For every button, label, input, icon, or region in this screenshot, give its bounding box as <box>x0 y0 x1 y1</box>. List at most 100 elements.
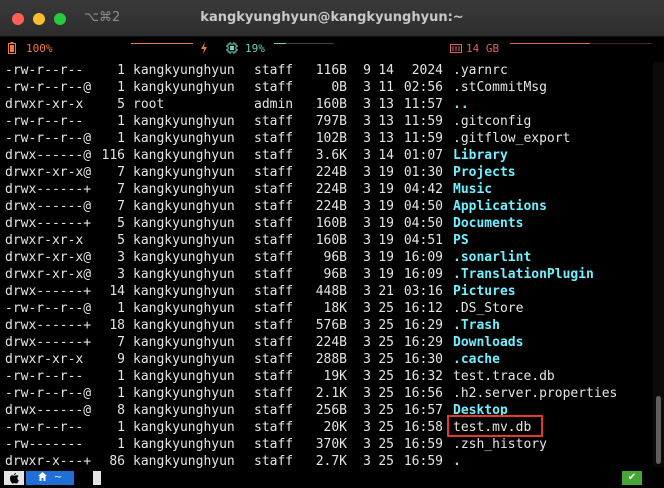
listing-row: drwx------+ 7 kangkyunghyun staff 224B 3 19 04:… <box>0 181 652 198</box>
group: staff <box>254 369 294 384</box>
link-count: 1 <box>117 80 125 95</box>
month: 3 <box>363 148 371 163</box>
listing-row: drwxr-xr-x@ 7 kangkyunghyun staff 224B 3 19 01:… <box>0 164 652 181</box>
file-size: 96B <box>323 250 347 265</box>
owner: kangkyunghyun <box>133 233 235 248</box>
permissions: -rw-r--r--@ <box>5 80 92 95</box>
battery-icon <box>8 42 16 57</box>
month: 3 <box>363 386 371 401</box>
day: 25 <box>378 437 394 452</box>
file-size: 797B <box>315 114 347 129</box>
listing-row: drwx------+ 14 kangkyunghyun staff 448B 3 21 03… <box>0 283 652 300</box>
group: staff <box>254 335 294 350</box>
group: staff <box>254 63 294 78</box>
link-count: 116 <box>101 148 125 163</box>
terminal-output[interactable]: -rw-r--r-- 1 kangkyunghyun staff 116B 9 14 2024… <box>0 62 652 470</box>
day: 19 <box>378 165 394 180</box>
owner: kangkyunghyun <box>133 182 235 197</box>
cpu-gauge-used <box>274 43 286 44</box>
permissions: drwx------@ <box>5 199 92 214</box>
group: staff <box>254 131 294 146</box>
day: 19 <box>378 233 394 248</box>
time: 04:42 <box>403 182 443 197</box>
link-count: 5 <box>117 216 125 231</box>
file-size: 288B <box>315 352 347 367</box>
day: 14 <box>378 148 394 163</box>
prompt-dir-label: ~ <box>53 472 63 483</box>
cpu-icon <box>226 42 238 57</box>
link-count: 18 <box>109 318 125 333</box>
day: 11 <box>378 80 394 95</box>
group: staff <box>254 318 294 333</box>
link-count: 1 <box>117 386 125 401</box>
file-size: 2.1K <box>315 386 347 401</box>
day: 25 <box>378 420 394 435</box>
time: 16:09 <box>403 267 443 282</box>
link-count: 1 <box>117 63 125 78</box>
day: 25 <box>378 352 394 367</box>
time: 04:50 <box>403 216 443 231</box>
owner: kangkyunghyun <box>133 369 235 384</box>
memory-gauge-free <box>590 43 652 44</box>
apple-icon <box>4 471 24 485</box>
file-size: 96B <box>323 267 347 282</box>
permissions: -rw-r--r--@ <box>5 131 92 146</box>
time: 11:57 <box>403 97 443 112</box>
time: 04:51 <box>403 233 443 248</box>
file-name: .. <box>453 97 469 112</box>
owner: kangkyunghyun <box>133 352 235 367</box>
file-name: Downloads <box>453 335 524 350</box>
group: staff <box>254 80 294 95</box>
terminal-window: ⌥⌘2 kangkyunghyun@kangkyunghyun:~ 100% 1… <box>0 0 664 488</box>
file-size: 256B <box>315 403 347 418</box>
day: 19 <box>378 267 394 282</box>
file-size: 19K <box>323 369 347 384</box>
month: 3 <box>363 80 371 95</box>
listing-row: drwxr-xr-x@ 3 kangkyunghyun staff 96B 3 19 16:0… <box>0 266 652 283</box>
check-icon: ✔ <box>622 471 642 485</box>
highlight-box <box>447 415 543 437</box>
listing-row: -rw-r--r-- 1 kangkyunghyun staff 116B 9 14 2024… <box>0 62 652 79</box>
time: 16:29 <box>403 318 443 333</box>
listing-row: -rw-r--r--@ 1 kangkyunghyun staff 2.1K 3 25 16:… <box>0 385 652 402</box>
listing-row: -rw-r--r-- 1 kangkyunghyun staff 20K 3 25 16:58… <box>0 419 652 436</box>
file-name: .gitflow_export <box>453 131 571 146</box>
scroll-thumb[interactable] <box>656 396 661 464</box>
charging-icon <box>200 42 208 57</box>
link-count: 5 <box>117 97 125 112</box>
permissions: drwx------@ <box>5 148 92 163</box>
listing-row: -rw------- 1 kangkyunghyun staff 370K 3 25 16:5… <box>0 436 652 453</box>
month: 3 <box>363 369 371 384</box>
month: 3 <box>363 165 371 180</box>
scrollbar[interactable] <box>653 62 664 467</box>
file-name: Pictures <box>453 284 516 299</box>
time: 02:56 <box>403 80 443 95</box>
permissions: -rw-r--r-- <box>5 369 84 384</box>
month: 3 <box>363 335 371 350</box>
owner: kangkyunghyun <box>133 131 235 146</box>
month: 3 <box>363 216 371 231</box>
month: 3 <box>363 352 371 367</box>
link-count: 1 <box>117 369 125 384</box>
file-name: .sonarlint <box>453 250 532 265</box>
home-icon <box>37 472 50 483</box>
link-count: 7 <box>117 165 125 180</box>
file-name: .h2.server.properties <box>453 386 618 401</box>
time: 16:32 <box>403 369 443 384</box>
group: staff <box>254 165 294 180</box>
group: staff <box>254 437 294 452</box>
day: 25 <box>378 335 394 350</box>
file-size: 370K <box>315 437 347 452</box>
time: 11:59 <box>403 131 443 146</box>
owner: kangkyunghyun <box>133 216 235 231</box>
group: staff <box>254 216 294 231</box>
owner: kangkyunghyun <box>133 386 235 401</box>
day: 13 <box>378 97 394 112</box>
permissions: drwxr-xr-x@ <box>5 250 92 265</box>
file-size: 0B <box>331 80 347 95</box>
group: staff <box>254 420 294 435</box>
link-count: 1 <box>117 131 125 146</box>
listing-row: -rw-r--r-- 1 kangkyunghyun staff 797B 3 13 11:5… <box>0 113 652 130</box>
window-title: kangkyunghyun@kangkyunghyun:~ <box>200 10 464 25</box>
owner: kangkyunghyun <box>133 250 235 265</box>
